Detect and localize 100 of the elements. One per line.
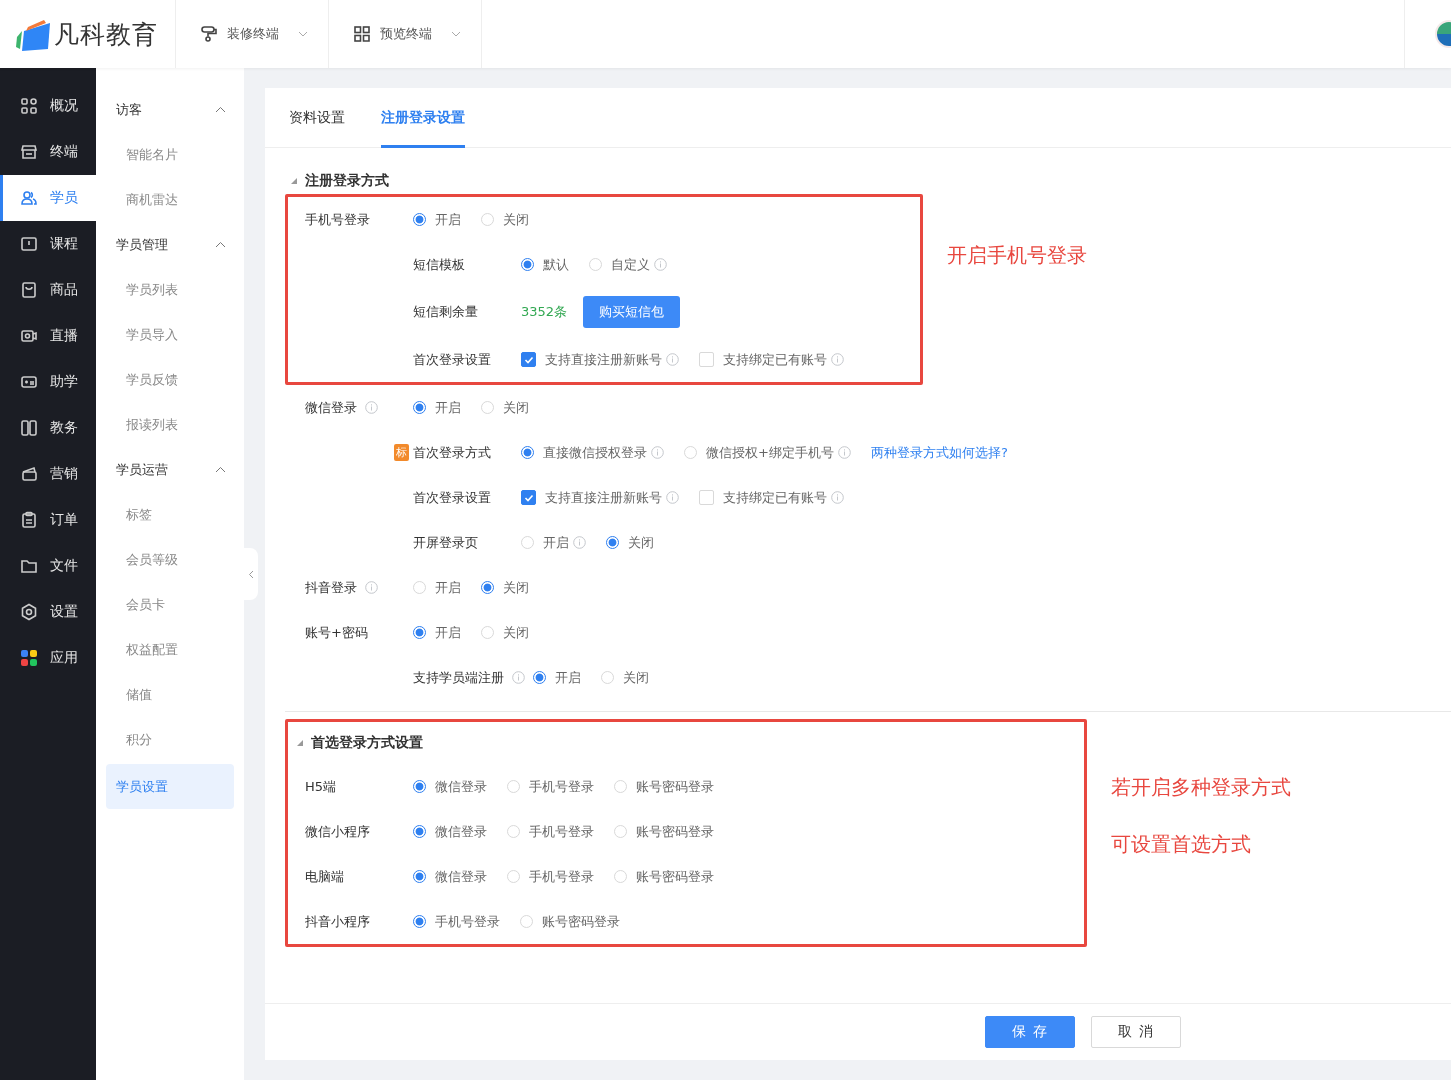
nav-item[interactable]: 订单 — [0, 497, 96, 543]
collapse-handle[interactable] — [244, 548, 258, 600]
radio-option[interactable]: 开启 — [413, 623, 461, 642]
field-label: 手机号登录 — [305, 210, 370, 229]
radio-option[interactable]: 账号密码登录 — [614, 867, 714, 886]
nav-item[interactable]: 营销 — [0, 451, 96, 497]
submenu-item[interactable]: 学员列表 — [106, 267, 234, 312]
radio-option[interactable]: 关闭 — [601, 668, 649, 687]
tab[interactable]: 资料设置 — [289, 88, 345, 148]
radio-option[interactable]: 开启 — [413, 578, 461, 597]
radio-option[interactable]: 手机号登录 — [507, 777, 594, 796]
radio-option[interactable]: 开启 — [533, 668, 581, 687]
book-icon — [20, 419, 38, 437]
radio-option[interactable]: 开启 — [521, 533, 569, 552]
radio-option[interactable]: 自定义 — [589, 255, 650, 274]
tag-badge: 标 — [394, 444, 409, 461]
nav-item[interactable]: 助学 — [0, 359, 96, 405]
radio-option[interactable]: 账号密码登录 — [520, 912, 620, 931]
info-icon[interactable] — [666, 353, 679, 366]
section-title: 首选登录方式设置 — [311, 734, 423, 752]
checkbox-option[interactable]: 支持直接注册新账号 — [521, 350, 662, 369]
paint-roller-icon — [200, 25, 218, 43]
nav-item[interactable]: 课程 — [0, 221, 96, 267]
radio-option[interactable]: 账号密码登录 — [614, 822, 714, 841]
nav-item[interactable]: 终端 — [0, 129, 96, 175]
radio-option[interactable]: 微信登录 — [413, 822, 487, 841]
cancel-button[interactable]: 取 消 — [1091, 1016, 1181, 1048]
submenu-item[interactable]: 商机雷达 — [106, 177, 234, 222]
submenu-item[interactable]: 学员导入 — [106, 312, 234, 357]
radio-option[interactable]: 手机号登录 — [413, 912, 500, 931]
info-icon[interactable] — [651, 446, 664, 459]
radio-option[interactable]: 账号密码登录 — [614, 777, 714, 796]
radio-option[interactable]: 关闭 — [481, 210, 529, 229]
info-icon[interactable] — [365, 401, 378, 414]
ticket-icon — [20, 465, 38, 483]
submenu-item[interactable]: 会员等级 — [106, 537, 234, 582]
radio-option[interactable]: 微信登录 — [413, 777, 487, 796]
info-icon[interactable] — [666, 491, 679, 504]
radio-option[interactable]: 微信登录 — [413, 867, 487, 886]
submenu-item[interactable]: 智能名片 — [106, 132, 234, 177]
submenu-item[interactable]: 储值 — [106, 672, 234, 717]
nav-item[interactable]: 概况 — [0, 83, 96, 129]
radio-option[interactable]: 手机号登录 — [507, 822, 594, 841]
buy-sms-button[interactable]: 购买短信包 — [583, 296, 681, 328]
info-icon[interactable] — [365, 581, 378, 594]
submenu-group[interactable]: 访客 — [106, 87, 234, 132]
gear-icon — [20, 603, 38, 621]
radio-option[interactable]: 关闭 — [481, 623, 529, 642]
submenu-item[interactable]: 积分 — [106, 717, 234, 762]
submenu-item[interactable]: 学员反馈 — [106, 357, 234, 402]
info-icon[interactable] — [837, 446, 851, 459]
radio-option[interactable]: 关闭 — [481, 398, 529, 417]
submenu-group[interactable]: 学员管理 — [106, 222, 234, 267]
nav-item[interactable]: 文件 — [0, 543, 96, 589]
grid-icon — [20, 97, 38, 115]
annotation-note: 可设置首选方式 — [1111, 831, 1252, 858]
clipboard-icon — [20, 511, 38, 529]
radio-option[interactable]: 开启 — [413, 210, 461, 229]
checkbox-option[interactable]: 支持绑定已有账号 — [699, 488, 827, 507]
submenu-item[interactable]: 学员设置 — [106, 764, 234, 809]
radio-option[interactable]: 默认 — [521, 255, 569, 274]
header-menu[interactable]: 预览终端 — [329, 0, 482, 68]
nav-item[interactable]: 直播 — [0, 313, 96, 359]
help-link[interactable]: 两种登录方式如何选择? — [870, 443, 1008, 462]
info-icon[interactable] — [512, 671, 525, 684]
nav-item[interactable]: 商品 — [0, 267, 96, 313]
save-button[interactable]: 保 存 — [985, 1016, 1075, 1048]
radio-option[interactable]: 关闭 — [606, 533, 654, 552]
field-label: 短信剩余量 — [413, 303, 478, 321]
field-label: 抖音小程序 — [305, 912, 370, 931]
nav-item[interactable]: 学员 — [0, 175, 96, 221]
radio-option[interactable]: 微信授权+绑定手机号 — [684, 443, 834, 462]
field-label: 抖音登录 — [305, 578, 357, 597]
submenu-item[interactable]: 报读列表 — [106, 402, 234, 447]
field-label: 短信模板 — [413, 255, 465, 274]
submenu-item[interactable]: 会员卡 — [106, 582, 234, 627]
store-icon — [20, 143, 38, 161]
submenu-group[interactable]: 学员运营 — [106, 447, 234, 492]
checkbox-option[interactable]: 支持直接注册新账号 — [521, 488, 662, 507]
radio-option[interactable]: 直接微信授权登录 — [521, 443, 647, 462]
field-label: 开屏登录页 — [413, 533, 478, 552]
info-icon[interactable] — [573, 536, 586, 549]
nav-item[interactable]: 设置 — [0, 589, 96, 635]
caret-icon — [291, 178, 297, 184]
field-label: 首次登录设置 — [413, 488, 491, 507]
radio-option[interactable]: 开启 — [413, 398, 461, 417]
info-icon[interactable] — [654, 258, 667, 271]
radio-option[interactable]: 手机号登录 — [507, 867, 594, 886]
field-label: 账号+密码 — [305, 623, 368, 642]
info-icon[interactable] — [831, 491, 844, 504]
checkbox-option[interactable]: 支持绑定已有账号 — [699, 350, 827, 369]
nav-item[interactable]: 应用 — [0, 635, 96, 681]
radio-option[interactable]: 关闭 — [481, 578, 529, 597]
submenu-item[interactable]: 权益配置 — [106, 627, 234, 672]
caret-icon — [298, 31, 308, 37]
info-icon[interactable] — [831, 353, 844, 366]
submenu-item[interactable]: 标签 — [106, 492, 234, 537]
nav-item[interactable]: 教务 — [0, 405, 96, 451]
tab[interactable]: 注册登录设置 — [381, 88, 465, 148]
course-icon — [20, 235, 38, 253]
